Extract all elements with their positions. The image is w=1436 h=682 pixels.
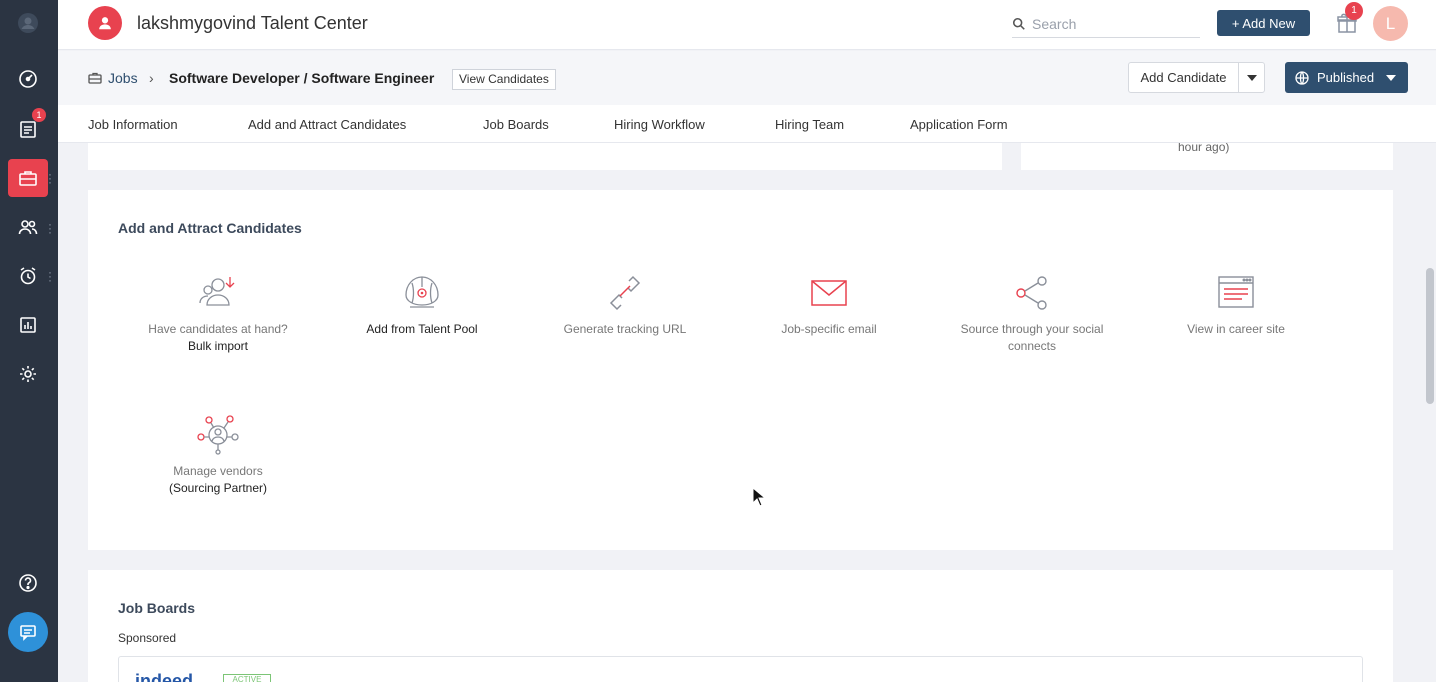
activity-timestamp: hour ago): [1178, 143, 1230, 154]
scrollbar-track[interactable]: [1424, 143, 1436, 682]
job-tabs: Job Information Add and Attract Candidat…: [58, 105, 1436, 143]
people-icon[interactable]: [8, 208, 48, 246]
social-connects-option[interactable]: Source through your social connects: [942, 273, 1122, 355]
tab-job-information[interactable]: Job Information: [88, 117, 178, 132]
account-avatar-icon[interactable]: [8, 4, 48, 42]
talent-pool-icon: [405, 276, 439, 308]
mouse-cursor-icon: [752, 487, 766, 507]
chat-icon[interactable]: [8, 612, 48, 652]
view-candidates-button[interactable]: View Candidates: [452, 69, 556, 90]
activity-card: hour ago): [1021, 143, 1393, 170]
gift-badge: 1: [1345, 2, 1363, 20]
bulk-import-label: Have candidates at hand?: [148, 322, 288, 336]
chevron-down-icon[interactable]: [1239, 63, 1264, 92]
tasks-badge: 1: [32, 108, 46, 122]
avatar[interactable]: L: [1373, 6, 1408, 41]
manage-vendors-sublabel: (Sourcing Partner): [168, 481, 268, 495]
user-icon[interactable]: [88, 6, 122, 40]
briefcase-icon[interactable]: [8, 159, 48, 197]
manage-vendors-option[interactable]: Manage vendors (Sourcing Partner): [128, 415, 308, 497]
section-title: Add and Attract Candidates: [118, 220, 302, 236]
breadcrumb-jobs-link[interactable]: Jobs: [108, 70, 138, 86]
scrollbar-thumb[interactable]: [1426, 268, 1434, 404]
email-icon: [811, 280, 847, 306]
search-icon: [1012, 17, 1025, 30]
share-icon: [1016, 276, 1047, 310]
publish-status-label: Published: [1317, 70, 1375, 85]
job-email-option[interactable]: Job-specific email: [739, 273, 919, 338]
tracking-url-option[interactable]: Generate tracking URL: [535, 273, 715, 338]
tab-application-form[interactable]: Application Form: [910, 117, 1008, 132]
alarm-more-icon[interactable]: · · ·: [48, 266, 52, 286]
job-email-label: Job-specific email: [781, 322, 877, 336]
chart-icon[interactable]: [8, 306, 48, 344]
add-candidate-split-button: Add Candidate: [1128, 62, 1265, 93]
browser-icon: [1218, 276, 1254, 308]
gear-icon[interactable]: [8, 355, 48, 393]
bulk-import-sublabel: Bulk import: [187, 339, 249, 353]
tab-add-and-attract[interactable]: Add and Attract Candidates: [248, 117, 406, 132]
section-title: Job Boards: [118, 600, 196, 616]
globe-icon: [1295, 70, 1309, 85]
add-candidate-button[interactable]: Add Candidate: [1129, 63, 1239, 92]
bulk-import-icon: [199, 277, 235, 306]
breadcrumb-separator: ›: [149, 70, 154, 86]
talent-pool-label: Add from Talent Pool: [366, 322, 478, 336]
dashboard-icon[interactable]: [8, 60, 48, 98]
link-icon: [609, 275, 641, 311]
breadcrumb: Jobs › Software Developer / Software Eng…: [58, 51, 1436, 105]
bulk-import-option[interactable]: Have candidates at hand? Bulk import: [128, 273, 308, 355]
left-sidebar: 1 · · · · · · · · ·: [0, 0, 58, 682]
page-title: Software Developer / Software Engineer: [169, 70, 435, 86]
talent-pool-option[interactable]: Add from Talent Pool: [332, 273, 512, 338]
job-info-card: [88, 143, 1002, 170]
tab-hiring-workflow[interactable]: Hiring Workflow: [614, 117, 705, 132]
status-badge: ACTIVE: [223, 674, 271, 682]
help-icon[interactable]: [8, 564, 48, 602]
publish-status-button[interactable]: Published: [1285, 62, 1408, 93]
tab-hiring-team[interactable]: Hiring Team: [775, 117, 844, 132]
chevron-down-icon: [1386, 74, 1397, 81]
briefcase-icon: [88, 72, 102, 84]
career-site-option[interactable]: View in career site: [1146, 273, 1326, 338]
people-more-icon[interactable]: · · ·: [48, 218, 52, 238]
vendors-icon: [197, 415, 239, 455]
indeed-logo: indeed: [135, 671, 194, 682]
tab-job-boards[interactable]: Job Boards: [483, 117, 549, 132]
tracking-url-label: Generate tracking URL: [563, 322, 687, 336]
manage-vendors-label: Manage vendors: [173, 464, 263, 478]
alarm-icon[interactable]: [8, 257, 48, 295]
top-header: lakshmygovind Talent Center + Add New 1 …: [58, 0, 1436, 50]
search-box[interactable]: [1012, 10, 1200, 38]
sponsored-label: Sponsored: [118, 631, 177, 645]
career-site-label: View in career site: [1187, 322, 1285, 336]
add-attract-section: Add and Attract Candidates Have candidat…: [88, 190, 1393, 550]
add-new-button[interactable]: + Add New: [1217, 10, 1310, 36]
main-content: hour ago) Add and Attract Candidates Hav…: [58, 143, 1424, 682]
app-title: lakshmygovind Talent Center: [137, 13, 368, 33]
social-connects-label: Source through your social connects: [960, 322, 1104, 353]
tasks-icon[interactable]: 1: [8, 108, 48, 148]
job-board-row[interactable]: indeed ACTIVE: [118, 656, 1363, 682]
search-input[interactable]: [1032, 15, 1182, 32]
jobs-more-icon[interactable]: · · ·: [48, 168, 52, 188]
job-boards-section: Job Boards Sponsored indeed ACTIVE: [88, 570, 1393, 682]
